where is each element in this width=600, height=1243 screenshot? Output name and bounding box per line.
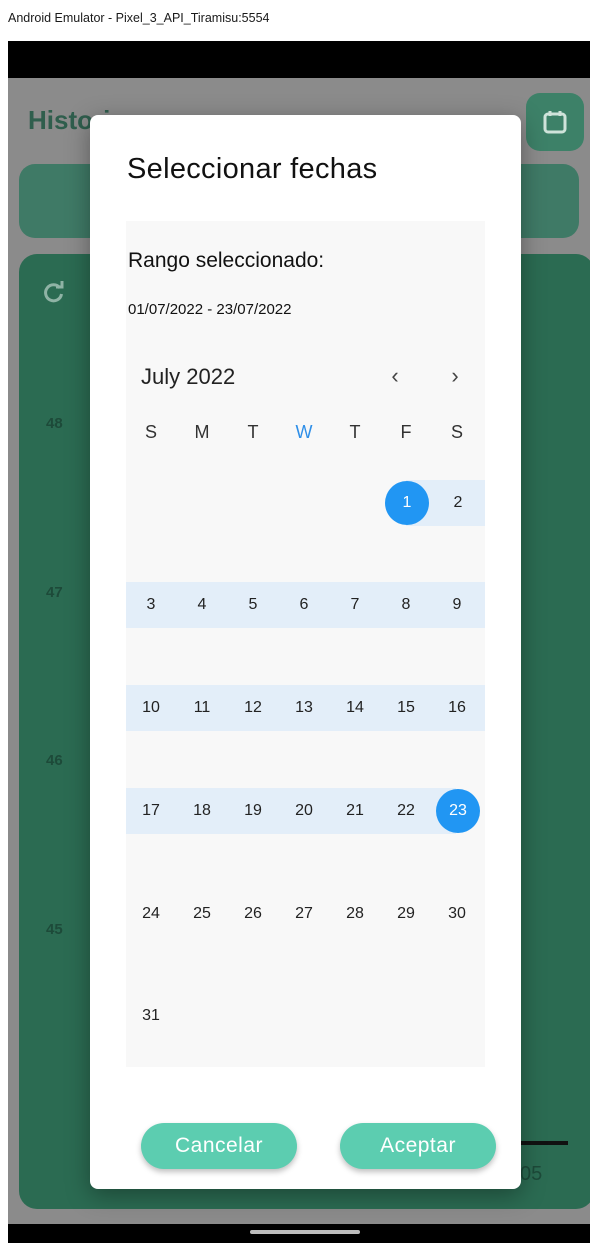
- range-value: 01/07/2022 - 23/07/2022: [128, 301, 292, 318]
- day-cell[interactable]: 8: [384, 583, 428, 627]
- chevron-left-icon[interactable]: ‹: [380, 361, 410, 391]
- weekday-label: T: [349, 422, 361, 442]
- calendar-panel: Rango seleccionado: 01/07/2022 - 23/07/2…: [126, 221, 485, 1067]
- accept-button[interactable]: Aceptar: [340, 1123, 496, 1169]
- day-cell[interactable]: 20: [282, 789, 326, 833]
- day-cell[interactable]: 28: [333, 892, 377, 936]
- month-label: July 2022: [141, 364, 236, 389]
- x-axis-label: 05: [520, 1163, 543, 1185]
- calendar-icon: [543, 111, 567, 134]
- weekday-label: T: [247, 422, 259, 442]
- y-axis-label: 46: [46, 752, 63, 769]
- day-cell[interactable]: 6: [282, 583, 326, 627]
- weekday-label: S: [144, 422, 157, 442]
- range-label: Rango seleccionado:: [128, 249, 325, 272]
- day-cell[interactable]: 26: [231, 892, 275, 936]
- y-axis-label: 47: [46, 584, 63, 601]
- window-title: Android Emulator - Pixel_3_API_Tiramisu:…: [8, 11, 270, 25]
- cancel-button[interactable]: Cancelar: [141, 1123, 297, 1169]
- day-cell[interactable]: 17: [129, 789, 173, 833]
- day-cell[interactable]: 16: [435, 686, 479, 730]
- chart-line: [518, 1141, 568, 1145]
- day-cell[interactable]: 14: [333, 686, 377, 730]
- chevron-right-icon[interactable]: ›: [440, 361, 470, 391]
- day-cell[interactable]: 13: [282, 686, 326, 730]
- day-cell[interactable]: 10: [129, 686, 173, 730]
- calendar-button[interactable]: [526, 93, 584, 151]
- date-range-dialog: Seleccionar fechas Rango seleccionado: 0…: [90, 115, 521, 1189]
- refresh-icon[interactable]: [42, 280, 66, 304]
- day-cell[interactable]: 9: [435, 583, 479, 627]
- day-cell[interactable]: 18: [180, 789, 224, 833]
- day-cell[interactable]: 29: [384, 892, 428, 936]
- day-cell[interactable]: 27: [282, 892, 326, 936]
- day-cell[interactable]: 15: [384, 686, 428, 730]
- day-cell[interactable]: 11: [180, 686, 224, 730]
- day-cell[interactable]: 7: [333, 583, 377, 627]
- dialog-title: Seleccionar fechas: [127, 153, 378, 185]
- weekday-label: M: [194, 422, 210, 442]
- day-cell[interactable]: 12: [231, 686, 275, 730]
- status-bar: [8, 41, 590, 78]
- day-cell[interactable]: 2: [436, 481, 480, 525]
- emulator-title-bar: Android Emulator - Pixel_3_API_Tiramisu:…: [0, 0, 600, 40]
- home-handle[interactable]: [250, 1230, 360, 1234]
- day-cell-selected[interactable]: 23: [436, 789, 480, 833]
- device-screen: Histori 48 47 46 45 05 Seleccionar fecha…: [8, 41, 590, 1243]
- day-cell[interactable]: 4: [180, 583, 224, 627]
- y-axis-label: 48: [46, 415, 63, 432]
- day-cell[interactable]: 19: [231, 789, 275, 833]
- day-cell-selected[interactable]: 1: [385, 481, 429, 525]
- weekday-label-today: W: [295, 422, 313, 442]
- y-axis-label: 45: [46, 921, 63, 938]
- day-cell[interactable]: 30: [435, 892, 479, 936]
- day-cell[interactable]: 22: [384, 789, 428, 833]
- day-cell[interactable]: 31: [129, 994, 173, 1038]
- weekday-label: F: [400, 422, 412, 442]
- day-cell[interactable]: 21: [333, 789, 377, 833]
- day-cell[interactable]: 24: [129, 892, 173, 936]
- day-cell[interactable]: 25: [180, 892, 224, 936]
- weekday-label: S: [450, 422, 463, 442]
- day-cell[interactable]: 5: [231, 583, 275, 627]
- day-cell[interactable]: 3: [129, 583, 173, 627]
